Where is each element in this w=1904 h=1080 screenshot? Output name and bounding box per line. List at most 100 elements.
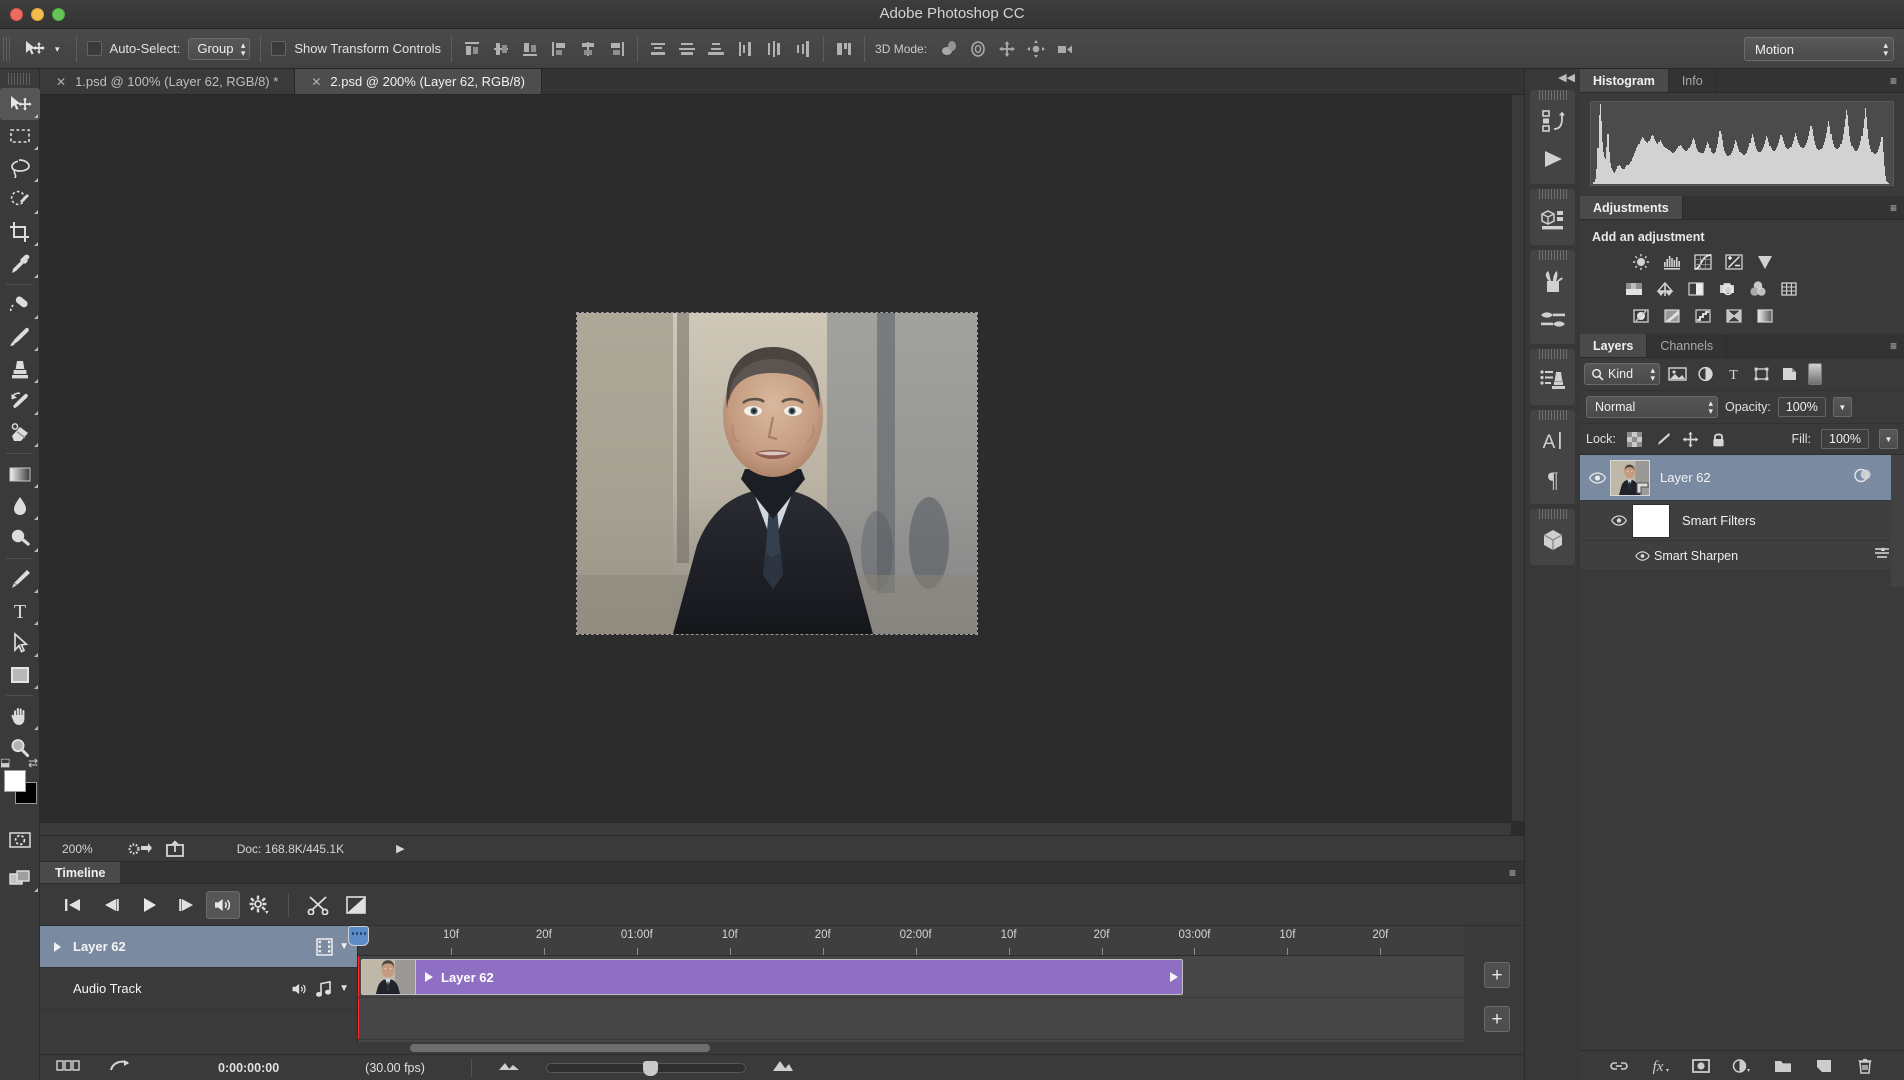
- actions-panel-button[interactable]: [1530, 140, 1576, 178]
- align-horizontal-centers-icon[interactable]: [491, 39, 511, 59]
- gradient-tool[interactable]: [0, 458, 40, 490]
- document-tab-2[interactable]: ✕ 2.psd @ 200% (Layer 62, RGB/8): [295, 69, 542, 94]
- chevron-down-icon[interactable]: ▼: [339, 941, 349, 952]
- blur-tool[interactable]: [0, 490, 40, 522]
- layers-scrollbar[interactable]: [1891, 455, 1904, 587]
- brush-presets-panel-button[interactable]: [1530, 262, 1576, 300]
- path-selection-tool[interactable]: [0, 627, 40, 659]
- history-brush-tool[interactable]: [0, 385, 40, 417]
- align-bottom-edges-icon[interactable]: [607, 39, 627, 59]
- lock-all-button[interactable]: [1710, 430, 1728, 448]
- brightness-contrast-button[interactable]: [1630, 252, 1652, 272]
- opacity-field[interactable]: 100%: [1777, 397, 1826, 417]
- foreground-color-swatch[interactable]: [4, 770, 26, 792]
- add-layer-mask-button[interactable]: [1690, 1056, 1712, 1076]
- channel-mixer-button[interactable]: [1747, 279, 1769, 299]
- timeline-zoom-slider[interactable]: [545, 1060, 746, 1076]
- filter-type-button[interactable]: T: [1722, 364, 1744, 384]
- table-row[interactable]: Smart Sharpen: [1580, 541, 1904, 571]
- filter-settings-icon[interactable]: [1872, 546, 1892, 565]
- clone-stamp-tool[interactable]: [0, 353, 40, 385]
- speaker-icon[interactable]: [290, 981, 309, 997]
- timecode[interactable]: 0:00:00:00: [218, 1061, 279, 1075]
- document-tab-1[interactable]: ✕ 1.psd @ 100% (Layer 62, RGB/8) *: [40, 69, 296, 94]
- expand-clip-icon[interactable]: [425, 972, 433, 982]
- paragraph-panel-button[interactable]: ¶: [1530, 460, 1576, 498]
- opacity-dropdown-button[interactable]: ▼: [1832, 397, 1852, 417]
- smart-filters-visibility-toggle[interactable]: [1606, 515, 1632, 526]
- align-left-edges-icon[interactable]: [462, 39, 482, 59]
- distribute-vertical-centers-icon[interactable]: [677, 39, 697, 59]
- character-panel-button[interactable]: A: [1530, 422, 1576, 460]
- tab-adjustments[interactable]: Adjustments: [1580, 196, 1683, 219]
- horizontal-type-tool[interactable]: T: [0, 595, 40, 627]
- filmstrip-icon[interactable]: [316, 937, 333, 956]
- tab-layers[interactable]: Layers: [1580, 334, 1648, 357]
- distribute-left-edges-icon[interactable]: [735, 39, 755, 59]
- tab-info[interactable]: Info: [1669, 69, 1717, 92]
- canvas-horizontal-scrollbar[interactable]: [40, 822, 1511, 835]
- canvas-area[interactable]: [40, 95, 1524, 835]
- music-note-icon[interactable]: [315, 980, 333, 998]
- quick-mask-button[interactable]: [0, 824, 40, 856]
- swap-colors-icon[interactable]: ⇄: [28, 756, 38, 770]
- dock-group-grip[interactable]: [1538, 189, 1567, 199]
- 3d-panel-button[interactable]: [1530, 521, 1576, 559]
- rotate-3d-icon[interactable]: [939, 39, 959, 59]
- brush-tool[interactable]: [0, 321, 40, 353]
- previous-frame-button[interactable]: [92, 891, 130, 919]
- quick-selection-tool[interactable]: [0, 184, 40, 216]
- lock-image-button[interactable]: [1654, 430, 1672, 448]
- levels-button[interactable]: [1661, 252, 1683, 272]
- roll-3d-icon[interactable]: [968, 39, 988, 59]
- workspace-select[interactable]: Motion ▴ ▾: [1744, 37, 1894, 61]
- close-icon[interactable]: ✕: [311, 75, 321, 89]
- distribute-right-edges-icon[interactable]: [793, 39, 813, 59]
- gradient-map-button[interactable]: [1754, 306, 1776, 326]
- panel-menu-icon[interactable]: ≡: [1509, 866, 1516, 880]
- filter-shape-button[interactable]: [1750, 364, 1772, 384]
- scrollbar-thumb[interactable]: [410, 1044, 710, 1052]
- layer-filter-toggle[interactable]: [1808, 363, 1822, 385]
- exposure-button[interactable]: [1723, 252, 1745, 272]
- add-audio-button[interactable]: +: [1484, 1006, 1510, 1032]
- tab-channels[interactable]: Channels: [1647, 334, 1728, 357]
- auto-select-scope-select[interactable]: Group ▴ ▾: [188, 37, 251, 60]
- screen-mode-button[interactable]: [0, 862, 40, 894]
- expand-track-icon[interactable]: [54, 941, 61, 952]
- timeline-horizontal-scrollbar[interactable]: [40, 1042, 1524, 1054]
- panel-menu-icon[interactable]: ≡: [1890, 74, 1897, 88]
- add-media-button[interactable]: +: [1484, 962, 1510, 988]
- curves-button[interactable]: [1692, 252, 1714, 272]
- timeline-ruler[interactable]: 10f 20f 01:00f 10f 20f 02:00f 10f 20f 03:00f 10f 2…: [358, 926, 1464, 956]
- show-transform-controls-checkbox[interactable]: [271, 41, 287, 56]
- lasso-tool[interactable]: [0, 152, 40, 184]
- align-right-edges-icon[interactable]: [520, 39, 540, 59]
- dock-group-grip[interactable]: [1538, 90, 1567, 100]
- rectangular-marquee-tool[interactable]: [0, 120, 40, 152]
- zoom-level[interactable]: 200%: [62, 842, 93, 856]
- rectangle-tool[interactable]: [0, 659, 40, 691]
- next-frame-button[interactable]: [168, 891, 206, 919]
- transition-button[interactable]: [337, 891, 375, 919]
- collapse-panels-icon[interactable]: ◀◀: [1525, 69, 1580, 85]
- track-header-audio[interactable]: Audio Track ▼: [40, 968, 357, 1010]
- black-white-button[interactable]: [1685, 279, 1707, 299]
- eyedropper-tool[interactable]: [0, 248, 40, 280]
- crop-tool[interactable]: [0, 216, 40, 248]
- new-adjustment-layer-button[interactable]: [1731, 1056, 1753, 1076]
- table-row[interactable]: Smart Filters: [1580, 501, 1904, 541]
- spot-healing-brush-tool[interactable]: [0, 289, 40, 321]
- clip-end-icon[interactable]: [1170, 972, 1178, 982]
- new-group-button[interactable]: [1772, 1056, 1794, 1076]
- convert-to-frames-button[interactable]: [108, 1058, 132, 1077]
- fill-dropdown-button[interactable]: ▼: [1879, 429, 1898, 449]
- history-panel-button[interactable]: [1530, 102, 1576, 140]
- layer-thumbnail[interactable]: [1610, 459, 1650, 496]
- preview-settings-icon[interactable]: [127, 841, 153, 857]
- blend-mode-select[interactable]: Normal ▴ ▾: [1586, 396, 1718, 418]
- pen-tool[interactable]: [0, 563, 40, 595]
- distribute-top-edges-icon[interactable]: [648, 39, 668, 59]
- filter-smartobject-button[interactable]: [1778, 364, 1800, 384]
- dodge-tool[interactable]: [0, 522, 40, 554]
